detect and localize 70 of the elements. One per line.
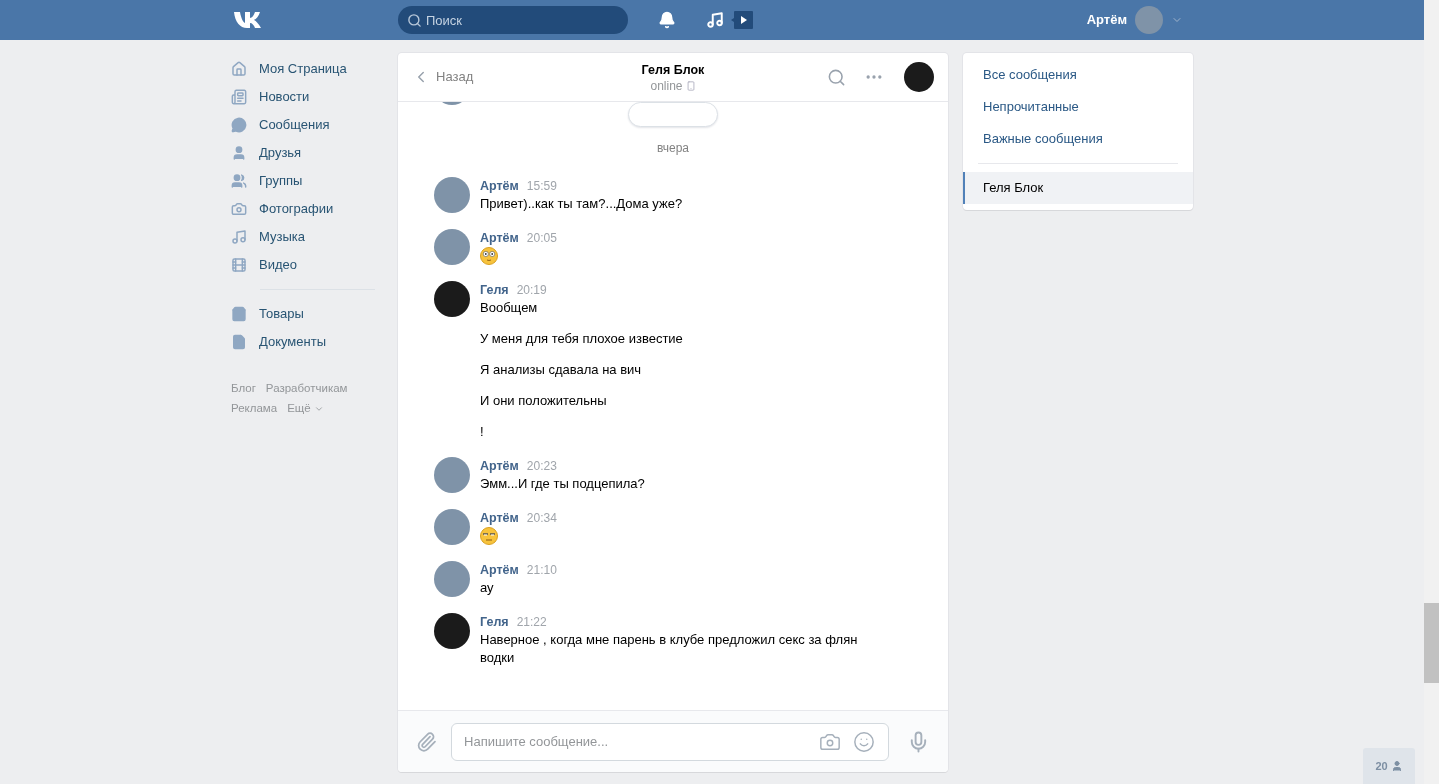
scrollbar-thumb[interactable] <box>1424 603 1439 683</box>
person-icon <box>1390 760 1403 772</box>
chat-title[interactable]: Геля Блок <box>641 62 705 78</box>
nav-icon <box>231 61 247 77</box>
nav-link[interactable]: Видео <box>231 251 383 279</box>
nav-link[interactable]: Друзья <box>231 139 383 167</box>
conversation-item[interactable]: Геля Блок <box>963 172 1193 204</box>
message-input[interactable]: Напишите сообщение... <box>451 722 890 761</box>
nav-icon <box>231 257 247 273</box>
nav-icon <box>231 306 247 322</box>
sender-name[interactable]: Артём <box>480 178 519 194</box>
search-field[interactable]: Поиск <box>398 6 628 34</box>
message-time: 20:19 <box>516 282 547 298</box>
sender-name[interactable]: Артём <box>480 230 519 246</box>
message-text: Вообщем <box>480 299 539 317</box>
nav-icon <box>231 334 247 350</box>
message-time: 20:23 <box>526 458 557 474</box>
paperclip-icon[interactable] <box>416 730 438 753</box>
avatar-photo[interactable] <box>904 62 934 92</box>
nav-link[interactable]: Товары <box>231 300 383 328</box>
bell-icon[interactable] <box>658 11 676 29</box>
nav-link[interactable]: Документы <box>231 328 383 356</box>
message-text: Привет)..как ты там?...Дома уже? <box>480 195 683 213</box>
filter-item[interactable]: Все сообщения <box>963 59 1193 91</box>
phone-icon <box>685 81 696 91</box>
avatar-photo[interactable] <box>434 613 470 649</box>
message-time: 21:10 <box>526 562 557 578</box>
search-icon <box>407 13 422 28</box>
avatar-photo[interactable] <box>434 281 470 317</box>
message-time: 21:22 <box>516 614 547 630</box>
date-separator: вчера <box>656 140 690 157</box>
nav-link[interactable]: Группы <box>231 167 383 195</box>
flushed-face-emoji-icon <box>480 247 498 265</box>
video-play-icon[interactable] <box>730 10 754 30</box>
sender-name[interactable]: Геля <box>480 614 509 630</box>
user-name[interactable]: Артём <box>1086 10 1127 30</box>
nav-link[interactable]: Моя Страница <box>231 55 383 83</box>
nav-link[interactable]: Новости <box>231 83 383 111</box>
nav-link[interactable]: Фотографии <box>231 195 383 223</box>
message-time: 15:59 <box>526 178 557 194</box>
message-text: ау <box>480 579 495 597</box>
nav-icon <box>231 117 247 133</box>
sender-name[interactable]: Артём <box>480 510 519 526</box>
message-text: У меня для тебя плохое известие <box>480 330 683 348</box>
message-text: ! <box>480 423 485 441</box>
smile-icon[interactable] <box>853 730 876 753</box>
unamused-face-emoji-icon <box>480 527 498 545</box>
search-icon[interactable] <box>827 67 846 87</box>
nav-icon <box>231 173 247 189</box>
filter-item[interactable]: Непрочитанные <box>963 91 1193 123</box>
nav-icon <box>231 89 247 105</box>
sender-name[interactable]: Артём <box>480 562 519 578</box>
nav-icon <box>231 229 247 245</box>
nav-icon <box>231 145 247 161</box>
message-text: Эмм...И где ты подцепила? <box>480 475 645 493</box>
sender-name[interactable]: Артём <box>480 458 519 474</box>
message-text: И они положительны <box>480 392 608 410</box>
scrollbar[interactable] <box>1424 0 1439 784</box>
nav-link[interactable]: Музыка <box>231 223 383 251</box>
filter-item[interactable]: Важные сообщения <box>963 123 1193 155</box>
back-link[interactable]: Назад <box>412 67 474 87</box>
nav-icon <box>231 201 247 217</box>
music-note-icon[interactable] <box>706 11 724 29</box>
online-status: online <box>650 78 683 94</box>
nav-link[interactable]: Сообщения <box>231 111 383 139</box>
sender-name[interactable]: Геля <box>480 282 509 298</box>
message-text: Наверное , когда мне парень в клубе предложил секс за флян водки <box>480 631 859 667</box>
message-time: 20:34 <box>526 510 557 526</box>
message-text: Я анализы сдавала на вич <box>480 361 643 379</box>
message-time: 20:05 <box>526 230 557 246</box>
